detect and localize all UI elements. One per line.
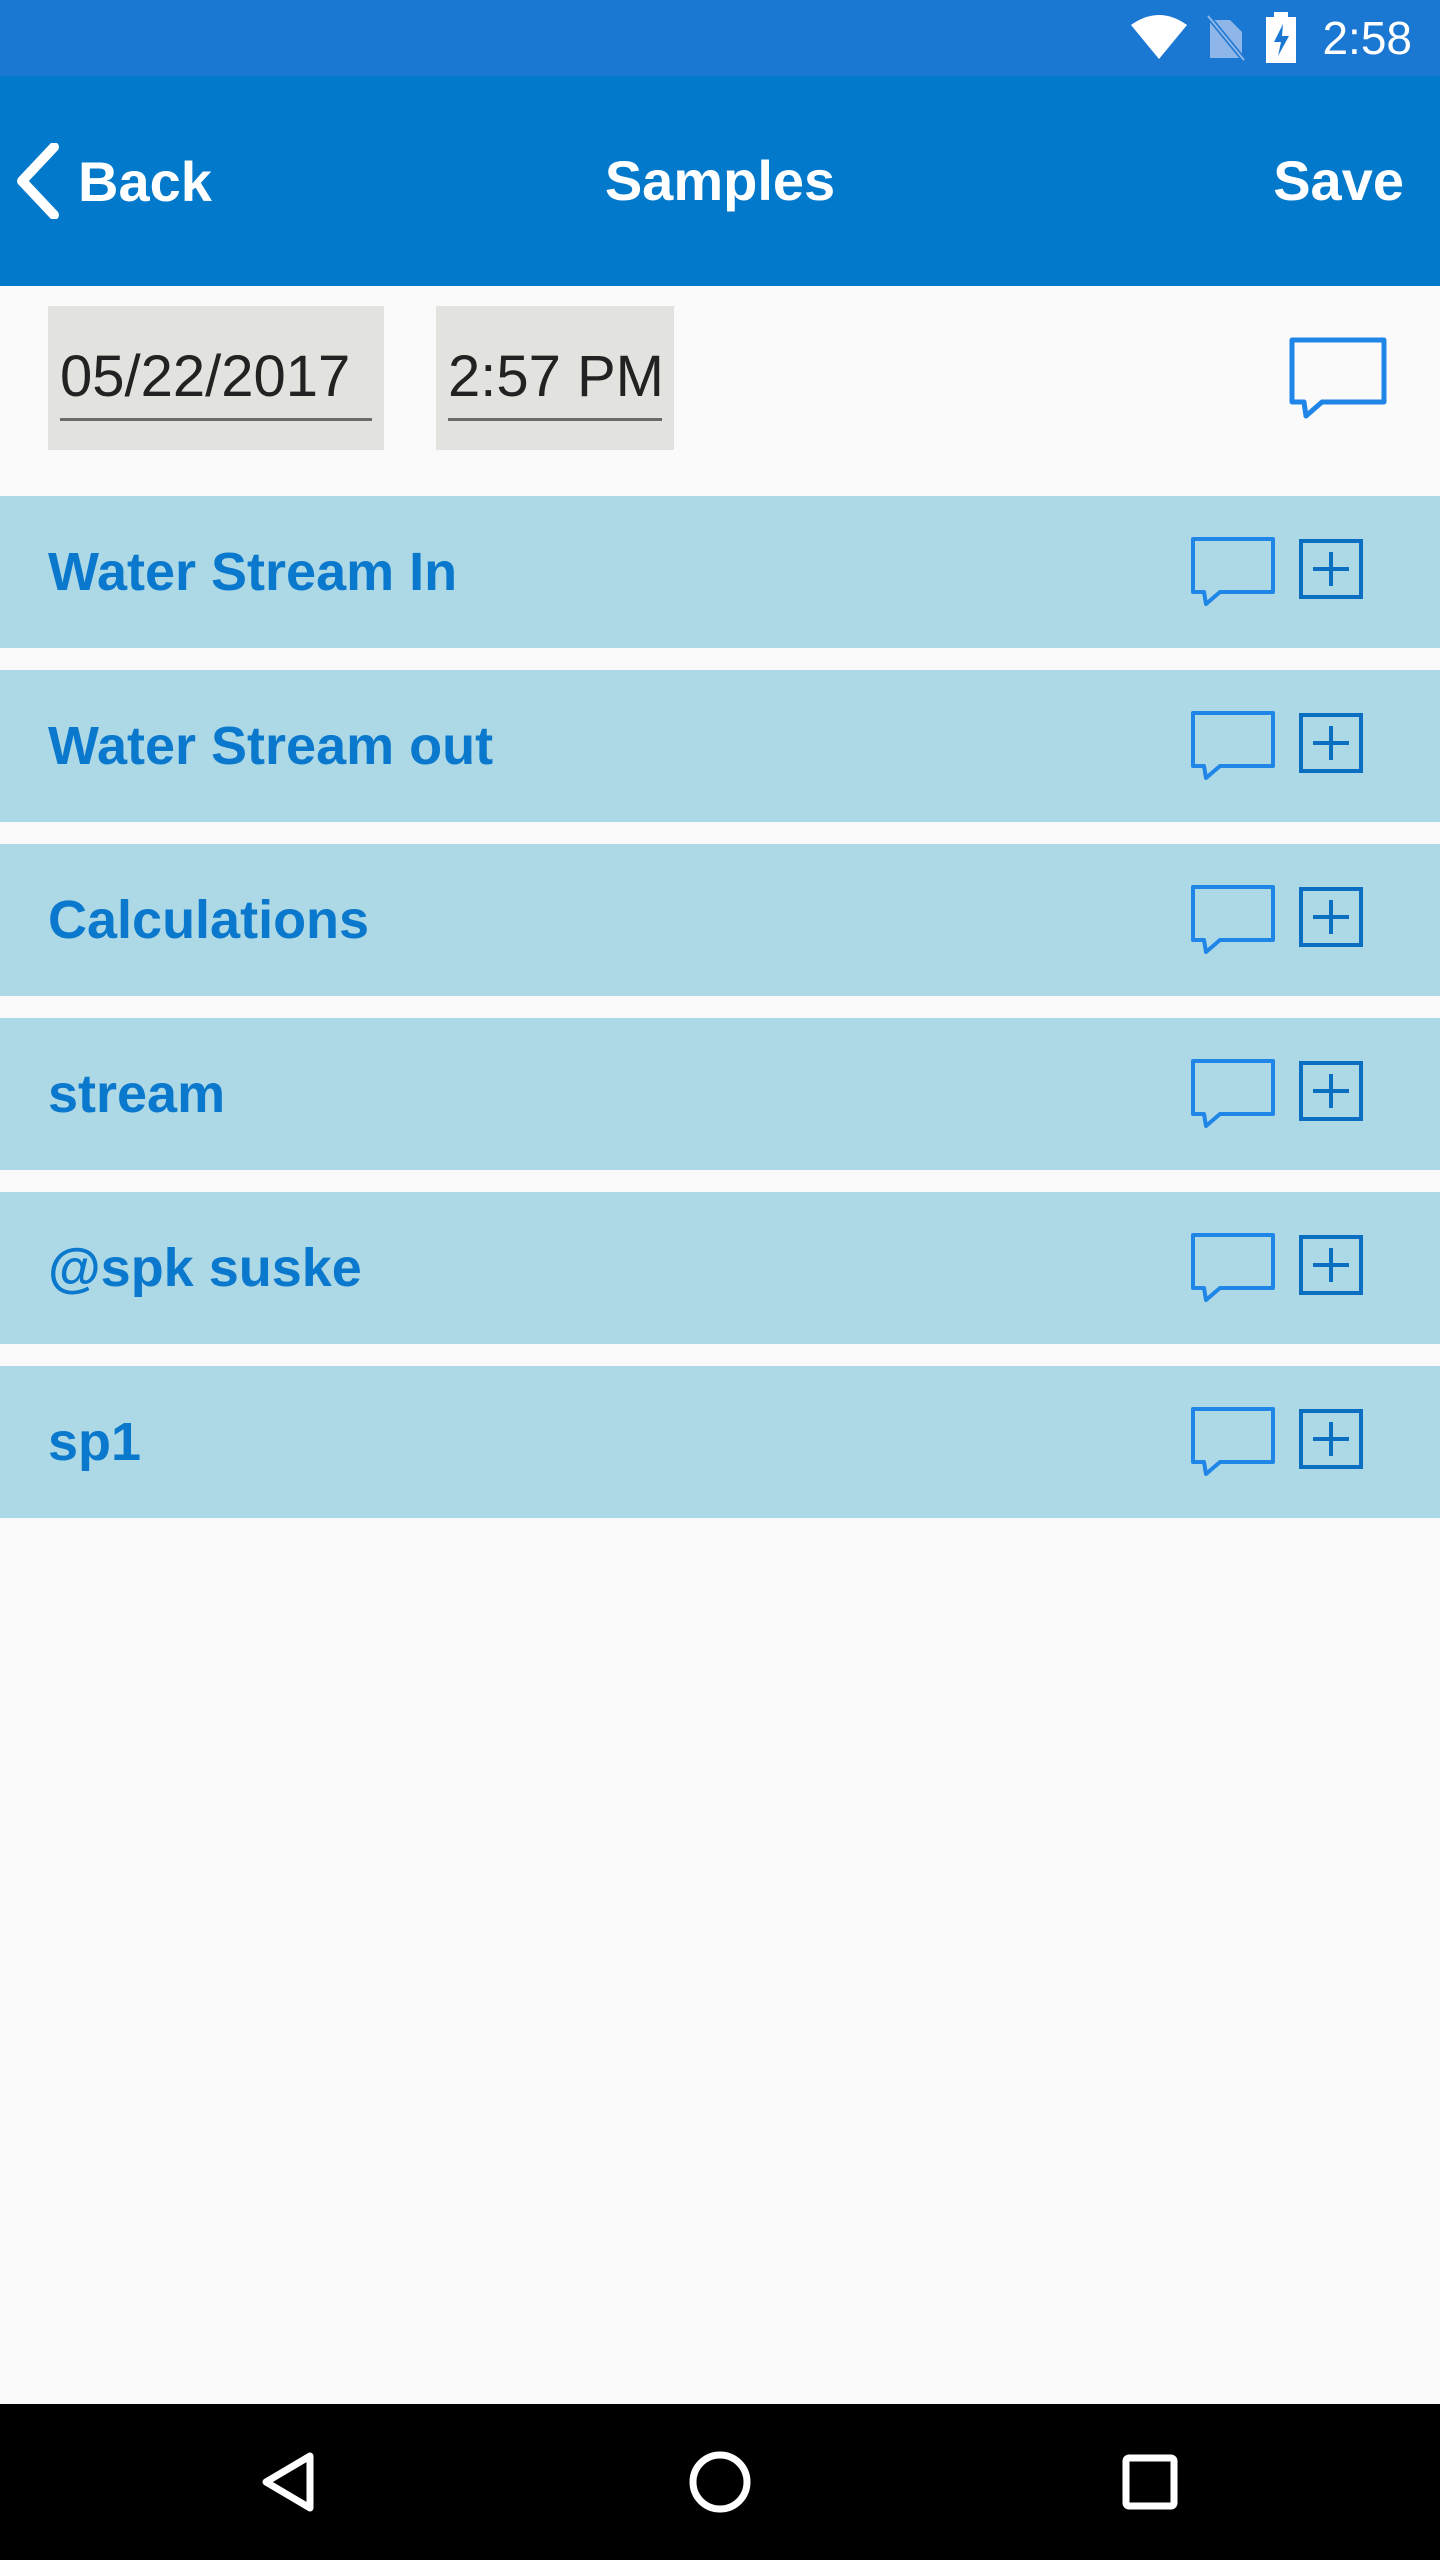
section-add-button[interactable]	[1298, 712, 1364, 779]
battery-charging-icon	[1266, 12, 1297, 63]
section-row[interactable]: Water Stream In	[0, 496, 1440, 648]
plus-box-icon	[1299, 1235, 1363, 1295]
time-value: 2:57 PM	[448, 344, 664, 409]
time-field[interactable]: 2:57 PM	[436, 306, 674, 450]
back-button[interactable]: Back	[14, 126, 212, 236]
section-comment-button[interactable]	[1190, 710, 1276, 787]
section-comment-button[interactable]	[1190, 884, 1276, 961]
comment-icon	[1191, 537, 1275, 606]
section-row[interactable]: stream	[0, 1018, 1440, 1170]
section-label: Water Stream out	[48, 716, 494, 776]
section-label: @spk suske	[48, 1238, 362, 1298]
date-field[interactable]: 05/22/2017	[48, 306, 384, 450]
status-time: 2:58	[1322, 12, 1412, 64]
app-bar: Back Samples Save	[0, 76, 1440, 286]
no-sim-icon	[1206, 14, 1247, 62]
section-label: stream	[48, 1064, 226, 1124]
section-row[interactable]: @spk suske	[0, 1192, 1440, 1344]
comment-icon	[1191, 1059, 1275, 1128]
system-nav-bar	[0, 2404, 1440, 2560]
section-label: sp1	[48, 1412, 142, 1472]
back-label: Back	[78, 149, 212, 213]
comment-icon	[1191, 1233, 1275, 1302]
comment-icon	[1191, 711, 1275, 780]
section-comment-button[interactable]	[1190, 1406, 1276, 1483]
comment-button[interactable]	[1288, 336, 1388, 427]
time-underline	[448, 418, 662, 421]
chevron-left-icon	[17, 143, 59, 219]
comment-icon	[1191, 885, 1275, 954]
section-label: Water Stream In	[48, 542, 458, 602]
section-comment-button[interactable]	[1190, 1232, 1276, 1309]
section-add-button[interactable]	[1298, 1408, 1364, 1475]
comment-icon	[1289, 337, 1387, 419]
section-label: Calculations	[48, 890, 370, 950]
nav-home-button[interactable]	[680, 2442, 760, 2522]
back-triangle-icon	[262, 2452, 314, 2512]
section-add-button[interactable]	[1298, 1234, 1364, 1301]
status-icons: 2:58	[1130, 0, 1412, 76]
date-value: 05/22/2017	[60, 344, 351, 409]
section-add-button[interactable]	[1298, 886, 1364, 953]
nav-back-button[interactable]	[250, 2442, 330, 2522]
home-circle-icon	[689, 2451, 751, 2513]
section-row[interactable]: Water Stream out	[0, 670, 1440, 822]
section-add-button[interactable]	[1298, 1060, 1364, 1127]
plus-box-icon	[1299, 713, 1363, 773]
nav-recents-button[interactable]	[1110, 2442, 1190, 2522]
wifi-icon	[1131, 15, 1188, 59]
section-comment-button[interactable]	[1190, 1058, 1276, 1135]
status-bar: 2:58	[0, 0, 1440, 76]
recents-square-icon	[1122, 2454, 1178, 2510]
comment-icon	[1191, 1407, 1275, 1476]
plus-box-icon	[1299, 887, 1363, 947]
plus-box-icon	[1299, 1409, 1363, 1469]
plus-box-icon	[1299, 539, 1363, 599]
section-comment-button[interactable]	[1190, 536, 1276, 613]
save-button[interactable]: Save	[1273, 136, 1404, 226]
section-row[interactable]: Calculations	[0, 844, 1440, 996]
plus-box-icon	[1299, 1061, 1363, 1121]
date-underline	[60, 418, 372, 421]
section-add-button[interactable]	[1298, 538, 1364, 605]
datetime-row: 05/22/2017 2:57 PM	[0, 286, 1440, 496]
section-row[interactable]: sp1	[0, 1366, 1440, 1518]
page-title: Samples	[604, 149, 836, 212]
